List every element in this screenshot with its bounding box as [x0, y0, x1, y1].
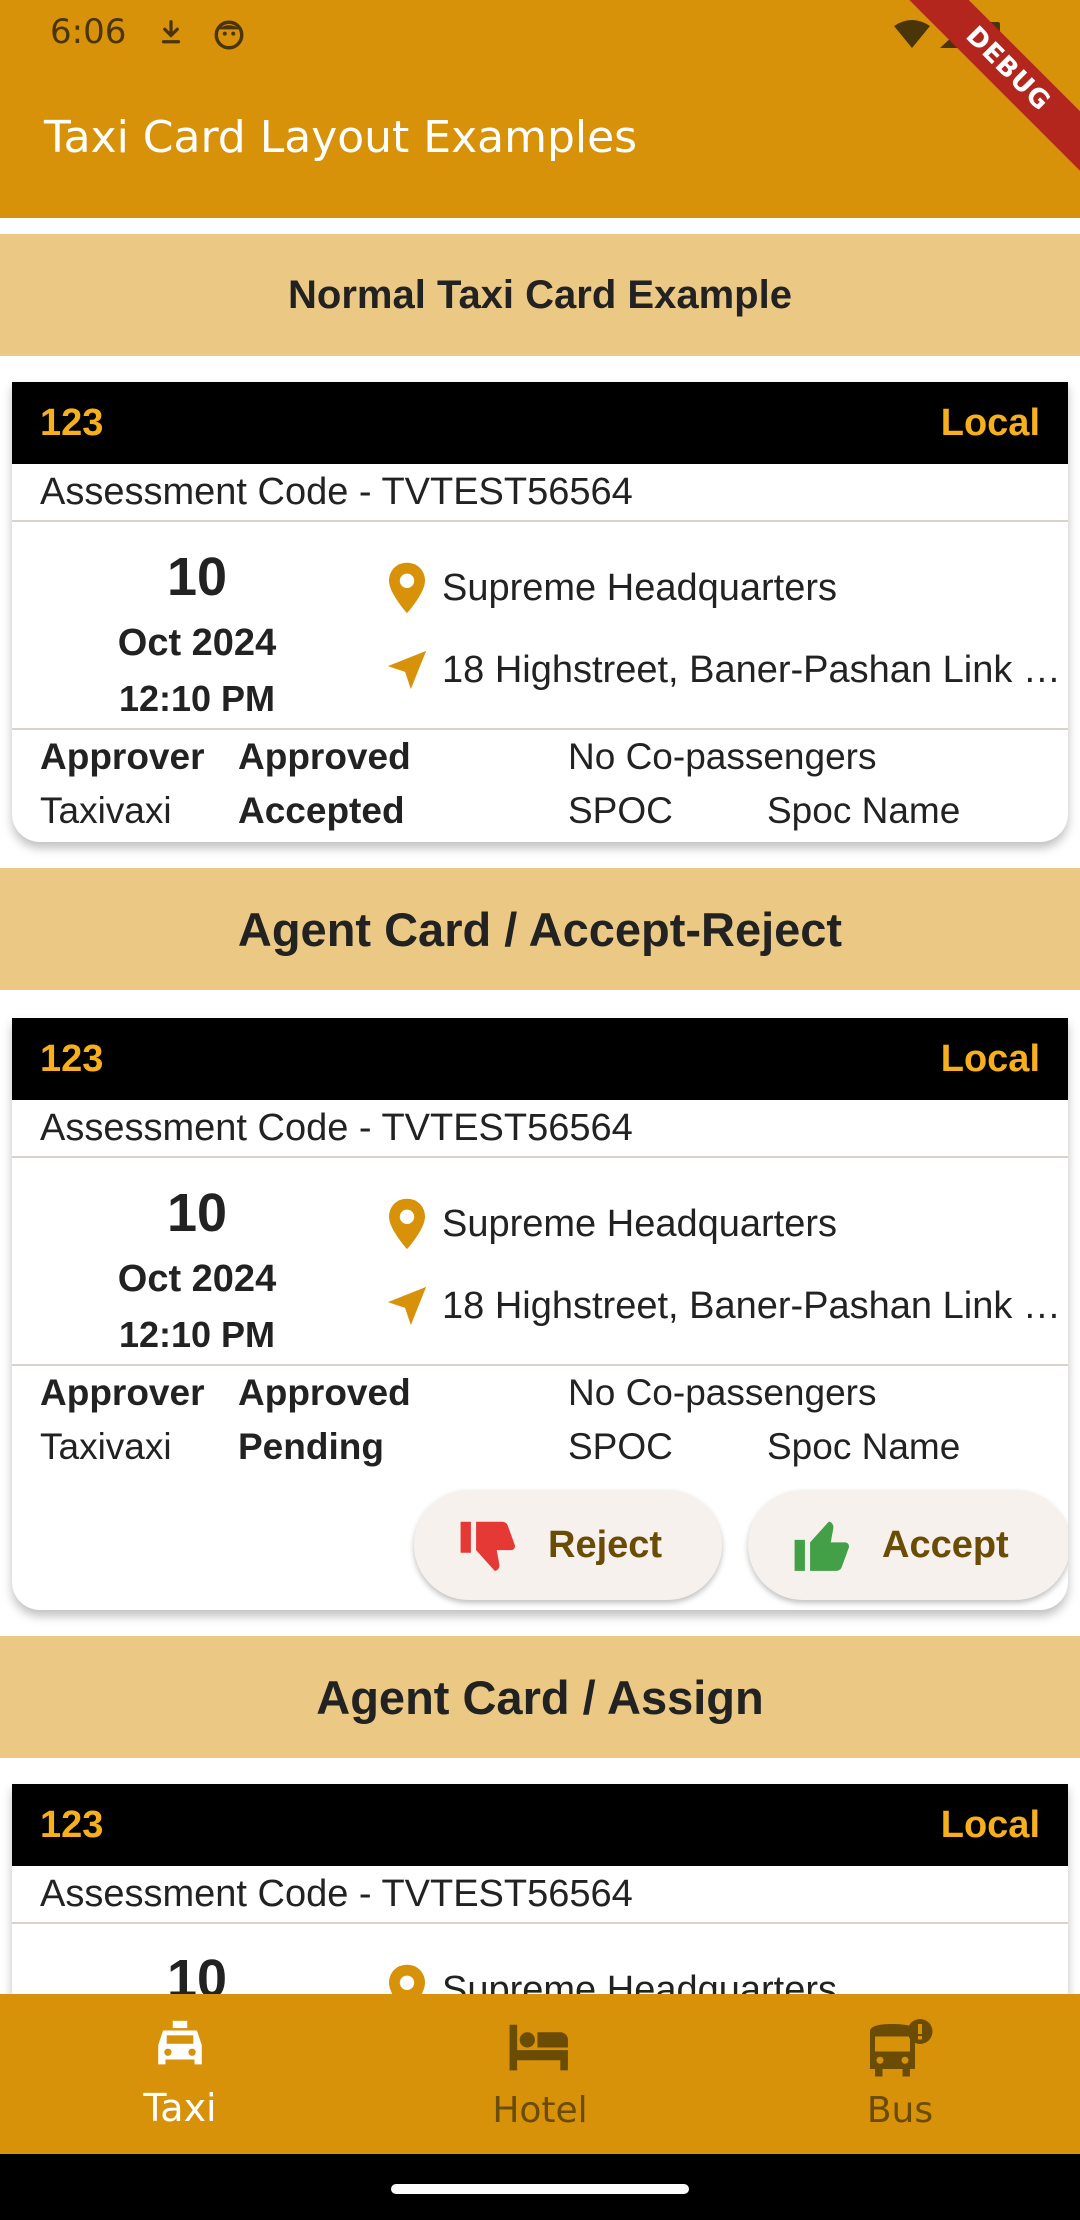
trip-details: 10 Oct 2024 12:10 PM Supreme Headquarter…	[12, 1158, 1068, 1366]
date-month-year: Oct 2024	[117, 622, 277, 664]
drop-location: 18 Highstreet, Baner-Pashan Link Road, P…	[372, 640, 1062, 700]
date-day: 10	[166, 1949, 228, 1994]
taxi-icon	[0, 2016, 360, 2074]
card-footer: Approver Approved No Co-passengers Taxiv…	[12, 730, 1068, 840]
nav-label-taxi: Taxi	[143, 2086, 217, 2130]
trip-type: Local	[940, 1037, 1040, 1080]
approver-status: Approved	[238, 1372, 411, 1413]
booking-id: 123	[40, 1037, 104, 1080]
approver-label: Approver	[40, 736, 205, 777]
bus-icon	[720, 2016, 1080, 2082]
accept-label: Accept	[882, 1523, 1009, 1566]
face-status-icon	[212, 18, 246, 56]
pickup-location: Supreme Headquarters	[372, 558, 1062, 618]
assessment-code: Assessment Code - TVTEST56564	[12, 1866, 1068, 1924]
date-day: 10	[166, 1183, 228, 1243]
nav-item-hotel[interactable]: Hotel	[360, 1994, 720, 2154]
bottom-navigation: Taxi Hotel Bus	[0, 1994, 1080, 2154]
drop-text: 18 Highstreet, Baner-Pashan Link Road, P…	[442, 1284, 1062, 1327]
card-header: 123 Local	[12, 382, 1068, 464]
system-gesture-bar	[0, 2154, 1080, 2220]
taxi-card[interactable]: 123 Local Assessment Code - TVTEST56564 …	[12, 382, 1068, 842]
thumbs-up-icon	[792, 1516, 854, 1574]
pickup-time: 12:10 PM	[118, 678, 276, 719]
copassengers: No Co-passengers	[568, 736, 877, 777]
nav-item-bus[interactable]: Bus	[720, 1994, 1080, 2154]
booking-id: 123	[40, 1803, 104, 1846]
thumbs-down-icon	[458, 1516, 520, 1574]
download-status-icon	[156, 18, 186, 52]
scroll-content[interactable]: Normal Taxi Card Example 123 Local Asses…	[0, 218, 1080, 1994]
approver-status: Approved	[238, 736, 411, 777]
assessment-code: Assessment Code - TVTEST56564	[12, 464, 1068, 522]
section-header: Normal Taxi Card Example	[0, 234, 1080, 356]
location-pin-icon	[372, 1963, 442, 1994]
booking-status: Pending	[238, 1426, 384, 1467]
booking-id: 123	[40, 401, 104, 444]
approver-label: Approver	[40, 1372, 205, 1413]
trip-type: Local	[940, 401, 1040, 444]
booking-status: Accepted	[238, 790, 405, 831]
pickup-text: Supreme Headquarters	[442, 1968, 837, 1995]
vendor-name: Taxivaxi	[40, 790, 172, 831]
pickup-location: Supreme Headquarters	[372, 1960, 1062, 1994]
location-pin-icon	[372, 1197, 442, 1251]
page-title: Taxi Card Layout Examples	[44, 112, 638, 163]
spoc-label: SPOC	[568, 790, 673, 831]
section-header: Agent Card / Accept-Reject	[0, 868, 1080, 990]
navigation-arrow-icon	[372, 644, 442, 696]
nav-item-taxi[interactable]: Taxi	[0, 1994, 360, 2154]
navigation-arrow-icon	[372, 1280, 442, 1332]
date-month-year: Oct 2024	[117, 1258, 277, 1300]
spoc-name: Spoc Name	[767, 1426, 961, 1467]
spoc-name: Spoc Name	[767, 790, 961, 831]
assessment-code: Assessment Code - TVTEST56564	[12, 1100, 1068, 1158]
accept-button[interactable]: Accept	[748, 1490, 1068, 1600]
copassengers: No Co-passengers	[568, 1372, 877, 1413]
app-bar: 6:06 Taxi Card Layout Examples DEBUG	[0, 0, 1080, 218]
status-time: 6:06	[50, 12, 127, 52]
trip-type: Local	[940, 1803, 1040, 1846]
reject-button[interactable]: Reject	[414, 1490, 722, 1600]
spoc-label: SPOC	[568, 1426, 673, 1467]
card-footer: Approver Approved No Co-passengers Taxiv…	[12, 1366, 1068, 1476]
drop-text: 18 Highstreet, Baner-Pashan Link Road, P…	[442, 648, 1062, 691]
pickup-text: Supreme Headquarters	[442, 1202, 837, 1245]
pickup-text: Supreme Headquarters	[442, 566, 837, 609]
pickup-location: Supreme Headquarters	[372, 1194, 1062, 1254]
hotel-icon	[360, 2016, 720, 2074]
drop-location: 18 Highstreet, Baner-Pashan Link Road, P…	[372, 1276, 1062, 1336]
trip-details: 10 Oct 2024 12:10 PM Supreme Headquarter…	[12, 522, 1068, 730]
nav-label-hotel: Hotel	[492, 2090, 588, 2131]
card-header: 123 Local	[12, 1018, 1068, 1100]
trip-details: 10 Supreme Headquarters	[12, 1924, 1068, 1994]
agent-card[interactable]: 123 Local Assessment Code - TVTEST56564 …	[12, 1018, 1068, 1610]
assign-card[interactable]: 123 Local Assessment Code - TVTEST56564 …	[12, 1784, 1068, 1994]
pickup-time: 12:10 PM	[118, 1314, 276, 1355]
section-header: Agent Card / Assign	[0, 1636, 1080, 1758]
date-day: 10	[166, 547, 228, 607]
location-pin-icon	[372, 561, 442, 615]
home-indicator[interactable]	[391, 2184, 689, 2194]
card-header: 123 Local	[12, 1784, 1068, 1866]
nav-label-bus: Bus	[866, 2090, 934, 2131]
reject-label: Reject	[548, 1523, 663, 1566]
vendor-name: Taxivaxi	[40, 1426, 172, 1467]
